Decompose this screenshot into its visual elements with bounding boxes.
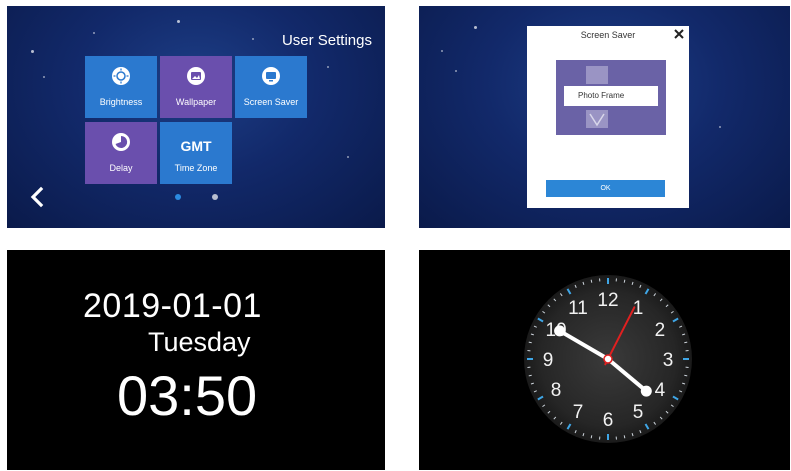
close-icon[interactable] — [672, 27, 686, 41]
wallpaper-icon — [186, 66, 206, 91]
clock-number: 9 — [543, 350, 554, 371]
dialog-title: Screen Saver — [580, 30, 636, 40]
page-title: User Settings — [281, 32, 372, 49]
delay-tile[interactable]: Delay — [85, 122, 157, 184]
clock-number: 11 — [568, 298, 588, 319]
star — [43, 76, 45, 78]
star — [719, 126, 721, 128]
tile-label: Screen Saver — [243, 97, 299, 107]
chevron-down-icon[interactable] — [586, 110, 608, 128]
selected-option[interactable]: Photo Frame — [564, 86, 658, 106]
star — [441, 50, 443, 52]
star — [31, 50, 34, 53]
user-settings-screen: User Settings Brightness Wallpaper Scree… — [7, 6, 385, 228]
clock-tick — [684, 374, 688, 377]
page-dot-active[interactable] — [175, 194, 181, 200]
clock-number: 4 — [655, 380, 666, 401]
time-zone-tile[interactable]: GMT Time Zone — [160, 122, 232, 184]
tile-label: Wallpaper — [175, 97, 217, 107]
hand-tip — [554, 325, 566, 337]
clock-tick — [590, 435, 593, 439]
star — [327, 66, 329, 68]
gmt-icon-text: GMT — [180, 138, 212, 154]
clock-tick — [590, 279, 593, 283]
analog-clock-screen: 121234567891011 — [419, 250, 790, 470]
clock-hub — [603, 354, 613, 364]
clock-tick — [623, 279, 626, 283]
tile-label: Brightness — [99, 97, 143, 107]
star — [177, 20, 180, 23]
clock-number: 6 — [603, 410, 614, 431]
tile-label: Time Zone — [174, 163, 218, 173]
screen-saver-dialog: Screen Saver Photo Frame OK — [527, 26, 689, 208]
digital-clock-screen: 2019-01-01 Tuesday 03:50 — [7, 250, 385, 470]
clock-number: 3 — [663, 350, 674, 371]
brightness-icon — [111, 66, 131, 91]
chevron-left-icon[interactable] — [27, 186, 49, 208]
chevron-up-icon[interactable] — [586, 66, 608, 84]
ok-button[interactable]: OK — [546, 180, 665, 197]
time-display: 03:50 — [117, 364, 258, 427]
clock-tick — [528, 374, 532, 377]
hand-tip — [640, 385, 652, 397]
delay-icon — [111, 132, 131, 157]
star — [474, 26, 477, 29]
clock-tick — [528, 341, 532, 344]
analog-clock: 121234567891011 — [524, 275, 692, 443]
star — [455, 70, 457, 72]
clock-number: 12 — [597, 290, 618, 311]
clock-number: 2 — [655, 320, 666, 341]
wallpaper-tile[interactable]: Wallpaper — [160, 56, 232, 118]
brightness-tile[interactable]: Brightness — [85, 56, 157, 118]
clock-number: 8 — [551, 380, 562, 401]
star — [252, 38, 254, 40]
clock-tick — [684, 341, 688, 344]
screen-saver-tile[interactable]: Screen Saver — [235, 56, 307, 118]
date-display: 2019-01-01 — [83, 287, 262, 325]
screen-saver-screen: Screen Saver Photo Frame OK — [419, 6, 790, 228]
star — [347, 156, 349, 158]
clock-number: 5 — [633, 402, 644, 423]
weekday-display: Tuesday — [148, 327, 251, 357]
screen-saver-icon — [261, 66, 281, 91]
tile-label: Delay — [109, 163, 133, 173]
page-dot[interactable] — [212, 194, 218, 200]
clock-tick — [623, 435, 626, 439]
star — [93, 32, 95, 34]
option-picker[interactable]: Photo Frame — [556, 60, 666, 135]
clock-number: 7 — [573, 402, 584, 423]
